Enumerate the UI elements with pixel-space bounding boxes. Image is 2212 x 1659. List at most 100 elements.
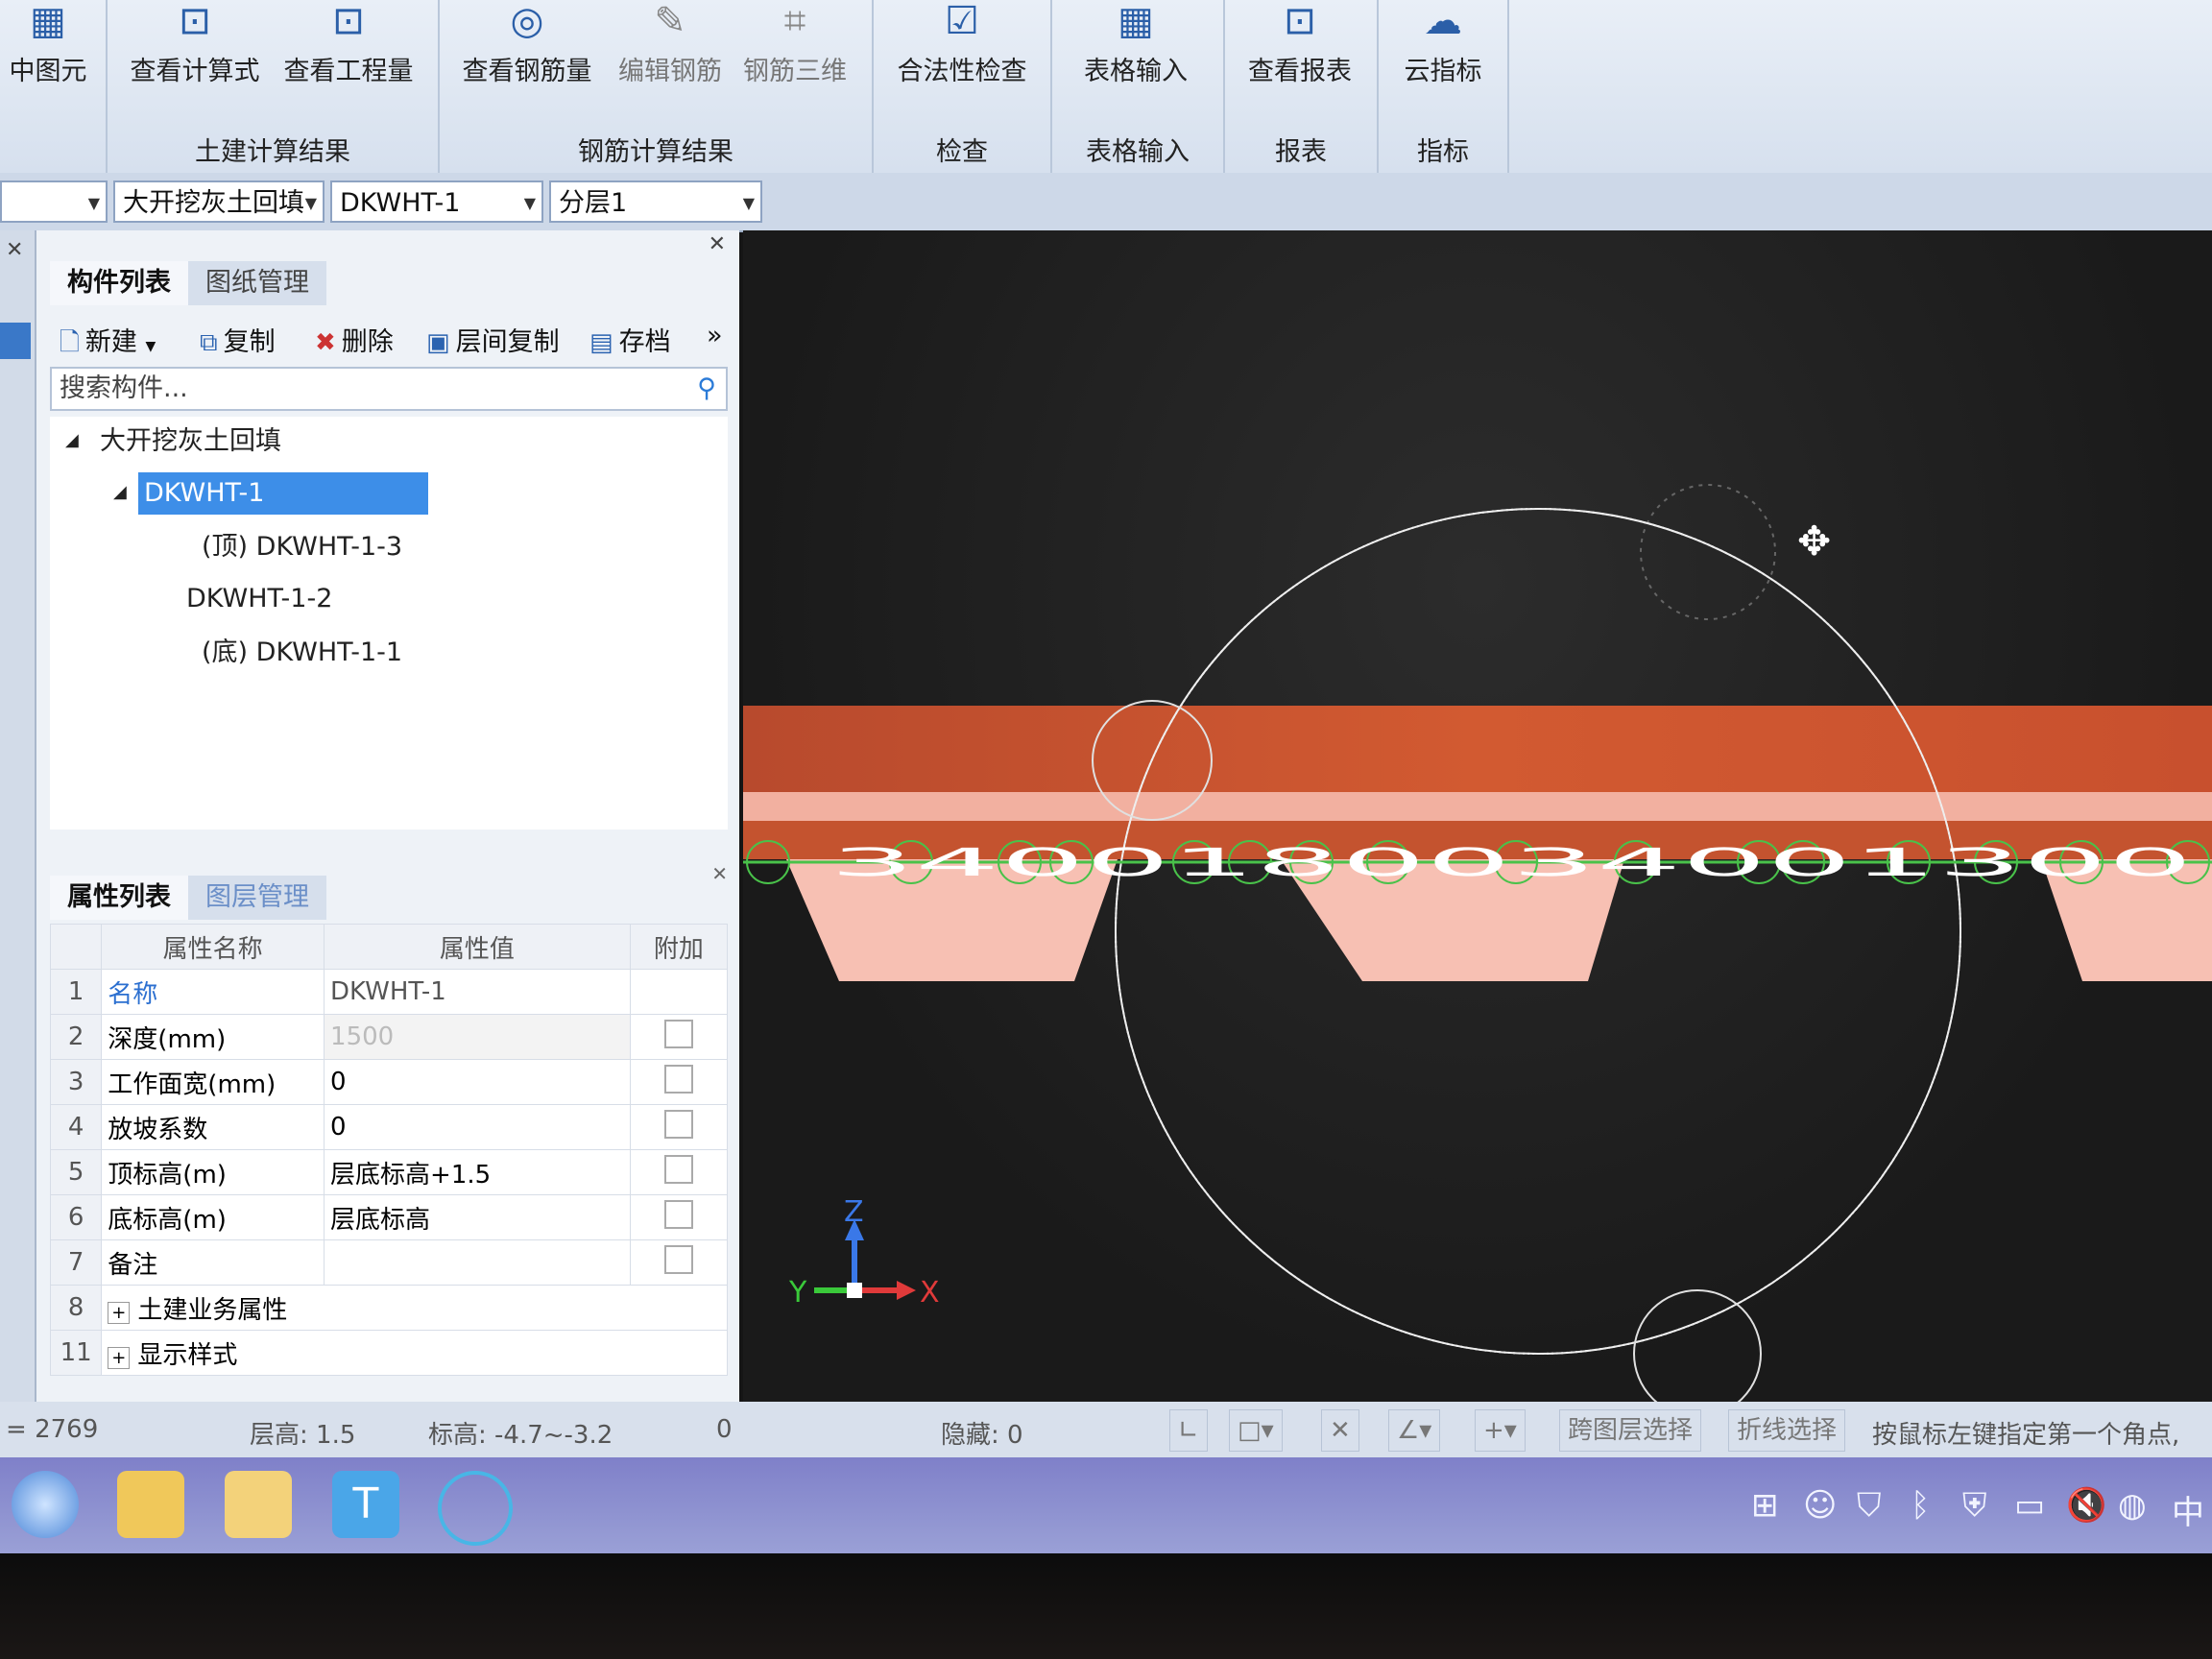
- floor-copy-button[interactable]: ▣ 层间复制: [426, 321, 560, 358]
- ribbon-group-table: ▦ 表格输入 表格输入: [1052, 0, 1225, 173]
- start-button-icon[interactable]: [12, 1471, 79, 1538]
- tray-security-icon[interactable]: ⛨: [1962, 1486, 1987, 1525]
- table-row[interactable]: 6 底标高(m) 层底标高: [49, 1194, 729, 1240]
- attach-checkbox[interactable]: [663, 1154, 693, 1184]
- attach-checkbox[interactable]: [663, 1064, 693, 1094]
- attach-checkbox[interactable]: [663, 1244, 693, 1274]
- dropdown-arrow-icon: ▼: [87, 194, 100, 212]
- more-icon[interactable]: »: [707, 321, 723, 350]
- 3d-viewport[interactable]: 3400180034001300 ✥ Z Y X: [743, 230, 2212, 1402]
- rebar-3d-icon: ⌗: [783, 0, 806, 43]
- view-quantity-button[interactable]: ⊡ 查看工程量: [276, 0, 421, 96]
- attach-checkbox[interactable]: [663, 1109, 693, 1139]
- close-icon[interactable]: ✕: [709, 232, 726, 256]
- new-button[interactable]: 🗋 新建 ▼: [60, 321, 156, 367]
- app-t-icon[interactable]: T: [332, 1471, 399, 1538]
- app-refresh-icon[interactable]: [438, 1471, 513, 1546]
- tab-component-list[interactable]: 构件列表: [50, 261, 188, 305]
- tab-drawing-manage[interactable]: 图纸管理: [188, 261, 326, 305]
- close-icon[interactable]: ✕: [711, 862, 728, 885]
- tree-node-top[interactable]: (顶) DKWHT-1-3: [202, 526, 402, 568]
- tray-bluetooth-icon[interactable]: ᛒ: [1911, 1486, 1930, 1525]
- floor-select[interactable]: ▼: [0, 180, 108, 223]
- tray-mute-icon[interactable]: 🔇: [2066, 1486, 2106, 1525]
- elevation: 标高: -4.7~-3.2: [428, 1421, 613, 1450]
- tray-ime[interactable]: 中: [2172, 1486, 2204, 1533]
- table-row[interactable]: 3 工作面宽(mm) 0: [49, 1059, 729, 1105]
- tray-network-icon[interactable]: ⊞: [1751, 1486, 1779, 1525]
- element-select[interactable]: DKWHT-1 ▼: [330, 180, 543, 223]
- axis-gizmo: Z Y X: [788, 1195, 940, 1310]
- tree-node-bottom[interactable]: (底) DKWHT-1-1: [202, 632, 402, 674]
- tray-globe-icon[interactable]: ◍: [2118, 1486, 2147, 1525]
- table-row[interactable]: 11 + 显示样式: [49, 1330, 728, 1376]
- view-report-button[interactable]: ⊡ 查看报表: [1233, 0, 1367, 96]
- expand-plus-icon[interactable]: +: [108, 1301, 131, 1324]
- polyline-select-button[interactable]: 折线选择: [1728, 1409, 1846, 1452]
- snap-icon[interactable]: +▾: [1475, 1409, 1526, 1452]
- tray-shield-icon[interactable]: ⛉: [1857, 1486, 1882, 1525]
- backfill-slab-band[interactable]: [743, 792, 2212, 823]
- dropdown-arrow-icon: ▼: [145, 339, 156, 354]
- table-row[interactable]: 2 深度(mm) 1500: [49, 1014, 729, 1060]
- table-edit-icon: ▦: [1118, 0, 1154, 43]
- table-header-row: 属性名称 属性值 附加: [49, 924, 729, 970]
- collapse-triangle-icon[interactable]: ◢: [65, 430, 79, 450]
- attach-checkbox[interactable]: [663, 1019, 693, 1048]
- view-formula-button[interactable]: ⊡ 查看计算式: [123, 0, 267, 96]
- backfill-slab-top[interactable]: [743, 706, 2212, 792]
- header-value: 属性值: [324, 924, 631, 970]
- ribbon-group-civil: ⊡ 查看计算式 ⊡ 查看工程量 土建计算结果: [108, 0, 440, 173]
- close-icon[interactable]: ✕: [6, 238, 23, 262]
- tree-node-mid[interactable]: DKWHT-1-2: [186, 578, 332, 620]
- delete-button[interactable]: ✖ 删除: [315, 321, 394, 358]
- view-rebar-button[interactable]: ◎ 查看钢筋量: [455, 0, 599, 96]
- tree-node-selected[interactable]: DKWHT-1: [138, 472, 428, 515]
- tab-property-list[interactable]: 属性列表: [50, 876, 188, 920]
- ortho-icon[interactable]: ∟: [1169, 1409, 1208, 1452]
- new-file-icon: 🗋: [60, 328, 80, 357]
- notepad-icon[interactable]: [225, 1471, 292, 1538]
- header-name: 属性名称: [101, 924, 325, 970]
- type-select[interactable]: 大开挖灰土回填 ▼: [113, 180, 325, 223]
- collapse-triangle-icon[interactable]: ◢: [113, 482, 127, 502]
- table-row[interactable]: 4 放坡系数 0: [49, 1104, 729, 1150]
- cloud-index-button[interactable]: ☁ 云指标: [1382, 0, 1503, 96]
- component-panel: ✕ 构件列表 图纸管理 🗋 新建 ▼ ⧉ 复制 ✖ 删除 ▣ 层间复制 ▤ 存档 » 搜索构…: [36, 230, 739, 1411]
- tray-user-icon[interactable]: ☺: [1803, 1486, 1837, 1525]
- cross-layer-select-button[interactable]: 跨图层选择: [1559, 1409, 1702, 1452]
- coordinate-readout: = 2769: [6, 1415, 99, 1444]
- orbit-handle-bottom[interactable]: [1633, 1289, 1762, 1402]
- ribbon-group-report: ⊡ 查看报表 报表: [1225, 0, 1379, 173]
- archive-button[interactable]: ▤ 存档: [589, 321, 671, 358]
- table-input-button[interactable]: ▦ 表格输入: [1064, 0, 1208, 96]
- table-row[interactable]: 7 备注: [49, 1239, 729, 1286]
- search-input[interactable]: 搜索构件... ⚲: [50, 367, 728, 411]
- validity-check-button[interactable]: ☑ 合法性检查: [885, 0, 1039, 96]
- attach-checkbox[interactable]: [663, 1199, 693, 1229]
- hidden-count: 隐藏: 0: [941, 1421, 1023, 1450]
- ribbon-group-index: ☁ 云指标 指标: [1379, 0, 1509, 173]
- expand-plus-icon[interactable]: +: [108, 1346, 131, 1369]
- table-row[interactable]: 8 + 土建业务属性: [49, 1285, 728, 1331]
- viewport-scene[interactable]: 3400180034001300 ✥ Z Y X: [743, 230, 2212, 1402]
- select-box-icon[interactable]: □▾: [1229, 1409, 1283, 1452]
- search-icon[interactable]: ⚲: [697, 369, 716, 409]
- file-explorer-icon[interactable]: [117, 1471, 184, 1538]
- collapsed-side-panel[interactable]: ✕: [0, 230, 36, 1411]
- angle-icon[interactable]: ∠▾: [1388, 1409, 1441, 1452]
- table-row[interactable]: 1 名称 DKWHT-1: [49, 969, 729, 1015]
- edit-rebar-button[interactable]: ✎ 编辑钢筋: [613, 0, 728, 96]
- partial-button[interactable]: ▦ 中图元: [0, 0, 96, 96]
- formula-search-icon: ⊡: [179, 0, 211, 43]
- copy-button[interactable]: ⧉ 复制: [200, 321, 276, 358]
- panel-toggle-icon[interactable]: [0, 323, 31, 359]
- layer-select[interactable]: 分层1 ▼: [549, 180, 762, 223]
- rebar-3d-button[interactable]: ⌗ 钢筋三维: [737, 0, 853, 96]
- cross-icon[interactable]: ✕: [1321, 1409, 1359, 1452]
- tab-layer-manage[interactable]: 图层管理: [188, 876, 326, 920]
- header-extra: 附加: [629, 924, 729, 970]
- table-row[interactable]: 5 顶标高(m) 层底标高+1.5: [49, 1149, 729, 1195]
- tree-node-root[interactable]: 大开挖灰土回填: [100, 421, 281, 463]
- tray-battery-icon[interactable]: ▭: [2014, 1486, 2045, 1525]
